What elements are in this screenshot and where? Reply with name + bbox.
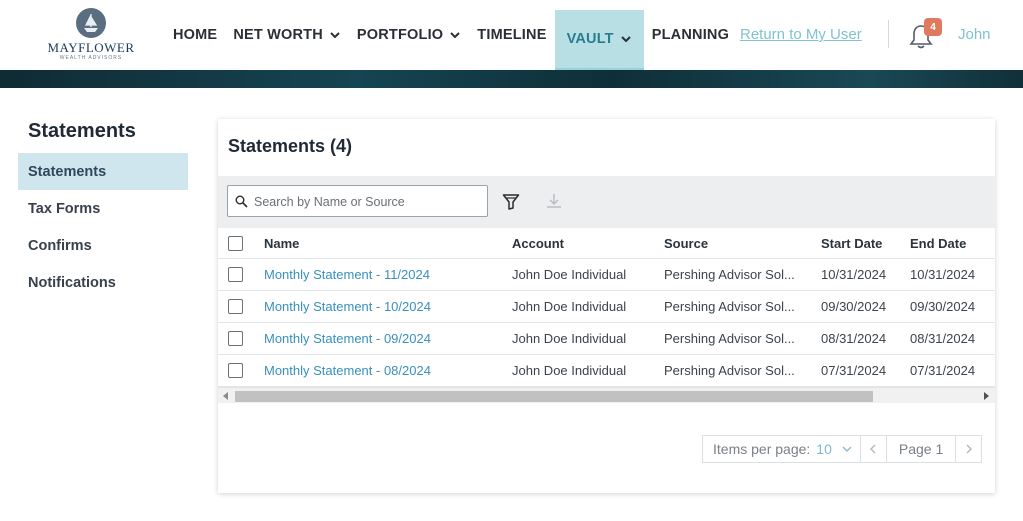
- horizontal-scrollbar[interactable]: [218, 387, 995, 403]
- top-navigation-bar: MAYFLOWER WEALTH ADVISORS HOME NET WORTH…: [0, 0, 1023, 70]
- nav-label: PLANNING: [651, 27, 730, 43]
- start-date-cell: 10/31/2024: [821, 267, 887, 282]
- source-cell: Pershing Advisor Sol...: [664, 363, 795, 378]
- chevron-down-icon: [842, 446, 852, 452]
- table-header-row: Name Account Source Start Date End Date: [218, 228, 995, 259]
- chevron-down-icon: [450, 32, 461, 39]
- end-date-cell: 08/31/2024: [910, 331, 976, 346]
- nav-label: TIMELINE: [477, 27, 547, 43]
- row-checkbox[interactable]: [228, 363, 243, 378]
- notification-count-badge: 4: [924, 18, 942, 36]
- statement-link[interactable]: Monthly Statement - 08/2024: [264, 363, 431, 378]
- page-indicator: Page 1: [898, 441, 944, 457]
- items-per-page-value: 10: [816, 441, 832, 457]
- search-input[interactable]: [254, 192, 479, 212]
- scrollbar-thumb[interactable]: [235, 391, 873, 402]
- sidebar-item-statements[interactable]: Statements: [18, 153, 188, 190]
- search-icon: [235, 195, 248, 208]
- next-page-button[interactable]: [955, 436, 981, 462]
- main-nav: HOME NET WORTH PORTFOLIO TIMELINE VAULT …: [165, 0, 737, 70]
- select-all-checkbox[interactable]: [228, 236, 243, 251]
- account-cell: John Doe Individual: [512, 331, 627, 346]
- source-cell: Pershing Advisor Sol...: [664, 267, 795, 282]
- table-row: Monthly Statement - 08/2024 John Doe Ind…: [218, 355, 995, 387]
- logo-wordmark: MAYFLOWER: [47, 40, 135, 55]
- table-row: Monthly Statement - 11/2024 John Doe Ind…: [218, 259, 995, 291]
- table-row: Monthly Statement - 10/2024 John Doe Ind…: [218, 291, 995, 323]
- nav-label: HOME: [173, 27, 218, 43]
- scroll-left-arrow-icon[interactable]: [223, 392, 228, 400]
- statement-link[interactable]: Monthly Statement - 09/2024: [264, 331, 431, 346]
- user-menu[interactable]: John: [958, 26, 991, 43]
- row-checkbox[interactable]: [228, 299, 243, 314]
- source-cell: Pershing Advisor Sol...: [664, 331, 795, 346]
- chevron-down-icon: [330, 32, 340, 39]
- nav-vault[interactable]: VAULT: [554, 10, 644, 70]
- end-date-cell: 07/31/2024: [910, 363, 976, 378]
- nav-portfolio[interactable]: PORTFOLIO: [349, 0, 469, 70]
- account-cell: John Doe Individual: [512, 363, 627, 378]
- nav-label: PORTFOLIO: [356, 27, 444, 43]
- column-header-name[interactable]: Name: [264, 228, 299, 258]
- column-header-end-date[interactable]: End Date: [910, 228, 966, 258]
- statement-link[interactable]: Monthly Statement - 11/2024: [264, 267, 430, 282]
- row-checkbox[interactable]: [228, 331, 243, 346]
- items-per-page-label: Items per page:: [713, 441, 811, 457]
- chevron-down-icon: [621, 36, 631, 43]
- sidebar-item-confirms[interactable]: Confirms: [18, 227, 188, 264]
- header-banner: [0, 70, 1023, 88]
- chevron-left-icon: [870, 444, 876, 454]
- sidebar-item-notifications[interactable]: Notifications: [18, 264, 188, 301]
- nav-home[interactable]: HOME: [165, 0, 225, 70]
- return-to-my-user-link[interactable]: Return to My User: [740, 26, 862, 43]
- statements-card: Statements (4) Name Account Source Start…: [218, 119, 995, 493]
- chevron-right-icon: [966, 444, 972, 454]
- start-date-cell: 07/31/2024: [821, 363, 887, 378]
- mayflower-logo[interactable]: MAYFLOWER WEALTH ADVISORS: [44, 6, 138, 62]
- account-cell: John Doe Individual: [512, 267, 627, 282]
- logo-subtitle: WEALTH ADVISORS: [59, 55, 123, 61]
- column-header-account[interactable]: Account: [512, 228, 564, 258]
- start-date-cell: 08/31/2024: [821, 331, 887, 346]
- statement-link[interactable]: Monthly Statement - 10/2024: [264, 299, 431, 314]
- nav-net-worth[interactable]: NET WORTH: [225, 0, 349, 70]
- sidebar-item-tax-forms[interactable]: Tax Forms: [18, 190, 188, 227]
- row-checkbox[interactable]: [228, 267, 243, 282]
- header-divider: [888, 20, 889, 48]
- nav-label: NET WORTH: [233, 27, 323, 43]
- end-date-cell: 10/31/2024: [910, 267, 976, 282]
- sidebar-menu: Statements Tax Forms Confirms Notificati…: [18, 153, 188, 301]
- search-box: [227, 185, 488, 217]
- end-date-cell: 09/30/2024: [910, 299, 976, 314]
- table-toolbar: [218, 176, 995, 228]
- nav-timeline[interactable]: TIMELINE: [469, 0, 554, 70]
- page-title: Statements (4): [228, 136, 353, 156]
- nav-label: VAULT: [566, 31, 614, 47]
- nav-planning[interactable]: PLANNING: [644, 0, 737, 70]
- source-cell: Pershing Advisor Sol...: [664, 299, 795, 314]
- items-per-page-select[interactable]: Items per page: 10: [703, 436, 861, 462]
- download-icon[interactable]: [545, 192, 563, 210]
- previous-page-button[interactable]: [861, 436, 887, 462]
- statements-table: Name Account Source Start Date End Date …: [218, 228, 995, 387]
- account-cell: John Doe Individual: [512, 299, 627, 314]
- sidebar-title: Statements: [28, 120, 136, 142]
- column-header-start-date[interactable]: Start Date: [821, 228, 882, 258]
- table-row: Monthly Statement - 09/2024 John Doe Ind…: [218, 323, 995, 355]
- filter-icon[interactable]: [502, 193, 520, 211]
- start-date-cell: 09/30/2024: [821, 299, 887, 314]
- ship-emblem-icon: [76, 8, 106, 38]
- scroll-right-arrow-icon[interactable]: [984, 392, 989, 400]
- pagination: Items per page: 10 Page 1: [702, 435, 983, 463]
- column-header-source[interactable]: Source: [664, 228, 708, 258]
